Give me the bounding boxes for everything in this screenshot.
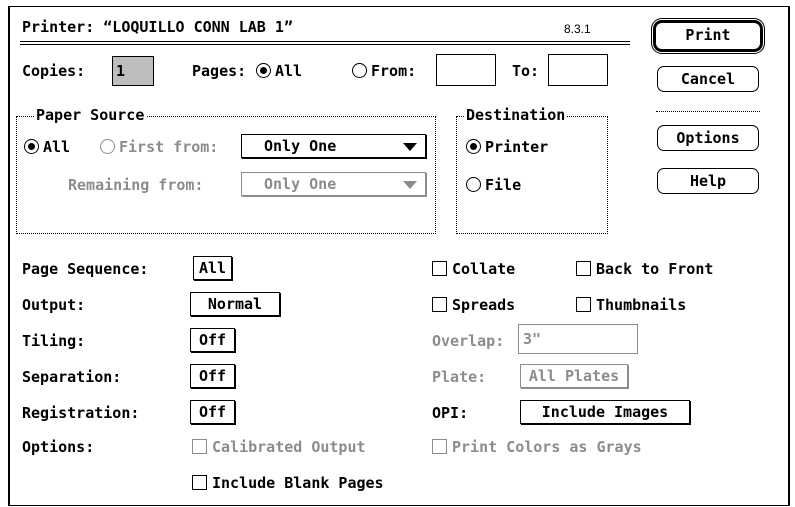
radio-icon: [24, 139, 39, 154]
remaining-from-popup[interactable]: Only One: [241, 172, 426, 196]
print-button[interactable]: Print: [651, 18, 765, 54]
checkbox-icon: [192, 475, 207, 490]
thumbnails-label: Thumbnails: [596, 296, 687, 314]
help-button[interactable]: Help: [657, 168, 759, 194]
registration-label: Registration:: [22, 404, 140, 422]
checkbox-icon: [432, 261, 447, 276]
destination-file-radio[interactable]: File: [466, 176, 521, 194]
tiling-label: Tiling:: [22, 332, 86, 350]
thumbnails-checkbox[interactable]: Thumbnails: [576, 296, 686, 314]
pages-all-radio[interactable]: All: [256, 62, 302, 80]
pages-from-label: From:: [371, 62, 417, 80]
checkbox-icon: [192, 439, 207, 454]
overlap-value: 3": [523, 330, 542, 348]
version-label: 8.3.1: [564, 22, 591, 36]
first-from-radio[interactable]: First from:: [100, 138, 218, 156]
checkbox-icon: [576, 297, 591, 312]
chevron-down-icon: [403, 143, 417, 151]
first-from-label: First from:: [119, 138, 219, 156]
pages-label: Pages:: [192, 62, 247, 80]
copies-field[interactable]: 1: [112, 56, 154, 86]
paper-all-label: All: [43, 138, 71, 156]
paper-all-radio[interactable]: All: [24, 138, 70, 156]
plate-popup[interactable]: All Plates: [520, 364, 628, 388]
checkbox-icon: [432, 439, 447, 454]
cancel-button[interactable]: Cancel: [657, 66, 759, 92]
tiling-popup[interactable]: Off: [190, 328, 235, 352]
include-blank-pages-checkbox[interactable]: Include Blank Pages: [192, 474, 384, 492]
pages-all-label: All: [275, 62, 303, 80]
spreads-label: Spreads: [452, 296, 516, 314]
pages-to-field[interactable]: [548, 54, 608, 86]
registration-popup[interactable]: Off: [190, 400, 235, 424]
page-sequence-label: Page Sequence:: [22, 260, 149, 278]
first-from-value: Only One: [264, 137, 337, 155]
plate-label: Plate:: [432, 368, 487, 386]
printer-title: Printer: “LOQUILLO CONN LAB 1”: [22, 18, 293, 36]
calibrated-output-label: Calibrated Output: [212, 438, 366, 456]
title-underline: [20, 41, 630, 42]
collate-checkbox[interactable]: Collate: [432, 260, 515, 278]
options-label: Options:: [22, 438, 95, 456]
destination-printer-label: Printer: [485, 138, 549, 156]
first-from-popup[interactable]: Only One: [241, 134, 426, 158]
destination-printer-radio[interactable]: Printer: [466, 138, 548, 156]
buttons-divider: [656, 111, 760, 112]
radio-icon: [256, 63, 271, 78]
radio-icon: [352, 63, 367, 78]
overlap-field[interactable]: 3": [518, 324, 638, 354]
plate-value: All Plates: [528, 367, 620, 385]
destination-group: [456, 116, 608, 234]
paper-source-title: Paper Source: [34, 106, 147, 124]
opi-popup[interactable]: Include Images: [520, 400, 690, 424]
copies-label: Copies:: [22, 62, 86, 80]
destination-file-label: File: [485, 176, 522, 194]
back-to-front-label: Back to Front: [596, 260, 714, 278]
back-to-front-checkbox[interactable]: Back to Front: [576, 260, 713, 278]
calibrated-output-checkbox[interactable]: Calibrated Output: [192, 438, 366, 456]
separation-popup[interactable]: Off: [190, 364, 235, 388]
collate-label: Collate: [452, 260, 516, 278]
print-colors-as-grays-checkbox[interactable]: Print Colors as Grays: [432, 438, 642, 456]
radio-icon: [466, 177, 481, 192]
output-label: Output:: [22, 296, 86, 314]
opi-label: OPI:: [432, 404, 469, 422]
page-sequence-popup[interactable]: All: [193, 256, 232, 280]
radio-icon: [466, 139, 481, 154]
destination-title: Destination: [464, 106, 568, 124]
pages-to-label: To:: [512, 62, 540, 80]
spreads-checkbox[interactable]: Spreads: [432, 296, 515, 314]
remaining-from-value: Only One: [264, 175, 337, 193]
separation-label: Separation:: [22, 368, 122, 386]
overlap-label: Overlap:: [432, 332, 505, 350]
checkbox-icon: [576, 261, 591, 276]
include-blank-pages-label: Include Blank Pages: [212, 474, 384, 492]
print-colors-as-grays-label: Print Colors as Grays: [452, 438, 642, 456]
output-popup[interactable]: Normal: [190, 292, 280, 316]
radio-icon: [100, 139, 115, 154]
options-button[interactable]: Options: [657, 125, 759, 151]
chevron-down-icon: [403, 181, 417, 189]
pages-from-radio[interactable]: From:: [352, 62, 416, 80]
remaining-from-label: Remaining from:: [68, 176, 204, 194]
title-underline-2: [20, 44, 630, 45]
checkbox-icon: [432, 297, 447, 312]
copies-value: 1: [116, 62, 126, 80]
pages-from-field[interactable]: [436, 54, 496, 86]
